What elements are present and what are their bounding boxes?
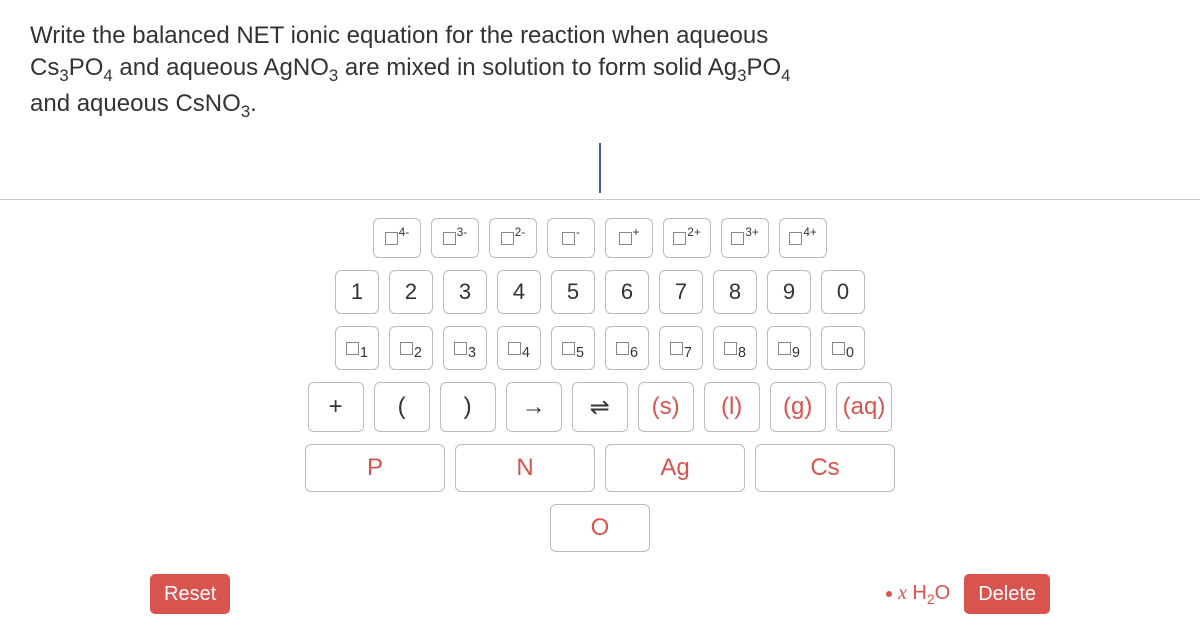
keypad: 4- 3- 2- - + 2+ 3+ 4+ 1 2 3 4 5 6 7 8 9 … xyxy=(0,200,1200,614)
formula-cs3po4: Cs3PO4 xyxy=(30,54,113,81)
row-elements: P N Ag Cs xyxy=(305,444,895,492)
key-charge-2minus[interactable]: 2- xyxy=(489,218,537,258)
key-state-liquid[interactable]: (l) xyxy=(704,382,760,432)
key-digit-3[interactable]: 3 xyxy=(443,270,487,314)
prompt-text-3: are mixed in solution to form solid xyxy=(338,54,708,81)
delete-button[interactable]: Delete xyxy=(964,574,1050,614)
key-charge-3minus[interactable]: 3- xyxy=(431,218,479,258)
text-cursor xyxy=(599,143,601,193)
key-dblarrow[interactable]: ⇌ xyxy=(572,382,628,432)
key-digit-6[interactable]: 6 xyxy=(605,270,649,314)
key-digit-9[interactable]: 9 xyxy=(767,270,811,314)
question-prompt: Write the balanced NET ionic equation fo… xyxy=(0,0,1200,133)
key-sub-0[interactable]: 0 xyxy=(821,326,865,370)
key-state-gas[interactable]: (g) xyxy=(770,382,826,432)
key-state-aqueous[interactable]: (aq) xyxy=(836,382,893,432)
key-sub-6[interactable]: 6 xyxy=(605,326,649,370)
key-charge-minus[interactable]: - xyxy=(547,218,595,258)
prompt-text-4: and aqueous xyxy=(30,90,175,117)
prompt-text-2: and aqueous xyxy=(113,54,264,81)
key-element-o[interactable]: O xyxy=(550,504,650,552)
key-charge-4plus[interactable]: 4+ xyxy=(779,218,827,258)
bullet-icon xyxy=(886,591,892,597)
key-sub-4[interactable]: 4 xyxy=(497,326,541,370)
formula-ag3po4: Ag3PO4 xyxy=(708,54,791,81)
key-sub-3[interactable]: 3 xyxy=(443,326,487,370)
key-element-cs[interactable]: Cs xyxy=(755,444,895,492)
row-oxygen: O xyxy=(550,504,650,552)
key-digit-7[interactable]: 7 xyxy=(659,270,703,314)
row-subscripts: 1 2 3 4 5 6 7 8 9 0 xyxy=(335,326,865,370)
key-digit-5[interactable]: 5 xyxy=(551,270,595,314)
key-rparen[interactable]: ) xyxy=(440,382,496,432)
bottom-controls: Reset x H2O Delete xyxy=(0,564,1200,614)
prompt-text-1: Write the balanced NET ionic equation fo… xyxy=(30,22,768,49)
key-state-solid[interactable]: (s) xyxy=(638,382,694,432)
key-sub-9[interactable]: 9 xyxy=(767,326,811,370)
answer-input-area[interactable] xyxy=(0,133,1200,193)
key-charge-2plus[interactable]: 2+ xyxy=(663,218,711,258)
key-element-ag[interactable]: Ag xyxy=(605,444,745,492)
key-digit-1[interactable]: 1 xyxy=(335,270,379,314)
key-digit-4[interactable]: 4 xyxy=(497,270,541,314)
key-digit-8[interactable]: 8 xyxy=(713,270,757,314)
key-element-n[interactable]: N xyxy=(455,444,595,492)
key-charge-3plus[interactable]: 3+ xyxy=(721,218,769,258)
reset-button[interactable]: Reset xyxy=(150,574,230,614)
key-charge-4minus[interactable]: 4- xyxy=(373,218,421,258)
key-digit-2[interactable]: 2 xyxy=(389,270,433,314)
key-sub-5[interactable]: 5 xyxy=(551,326,595,370)
key-digit-0[interactable]: 0 xyxy=(821,270,865,314)
formula-agno3: AgNO3 xyxy=(264,54,339,81)
water-hint: x H2O xyxy=(886,582,950,607)
key-plus[interactable]: + xyxy=(308,382,364,432)
key-sub-1[interactable]: 1 xyxy=(335,326,379,370)
key-sub-2[interactable]: 2 xyxy=(389,326,433,370)
key-charge-plus[interactable]: + xyxy=(605,218,653,258)
key-element-p[interactable]: P xyxy=(305,444,445,492)
prompt-period: . xyxy=(250,90,257,117)
key-arrow[interactable]: → xyxy=(506,382,562,432)
key-sub-7[interactable]: 7 xyxy=(659,326,703,370)
formula-csno3: CsNO3 xyxy=(175,90,250,117)
key-lparen[interactable]: ( xyxy=(374,382,430,432)
row-charges: 4- 3- 2- - + 2+ 3+ 4+ xyxy=(373,218,827,258)
key-sub-8[interactable]: 8 xyxy=(713,326,757,370)
row-operators: + ( ) → ⇌ (s) (l) (g) (aq) xyxy=(308,382,893,432)
row-digits: 1 2 3 4 5 6 7 8 9 0 xyxy=(335,270,865,314)
